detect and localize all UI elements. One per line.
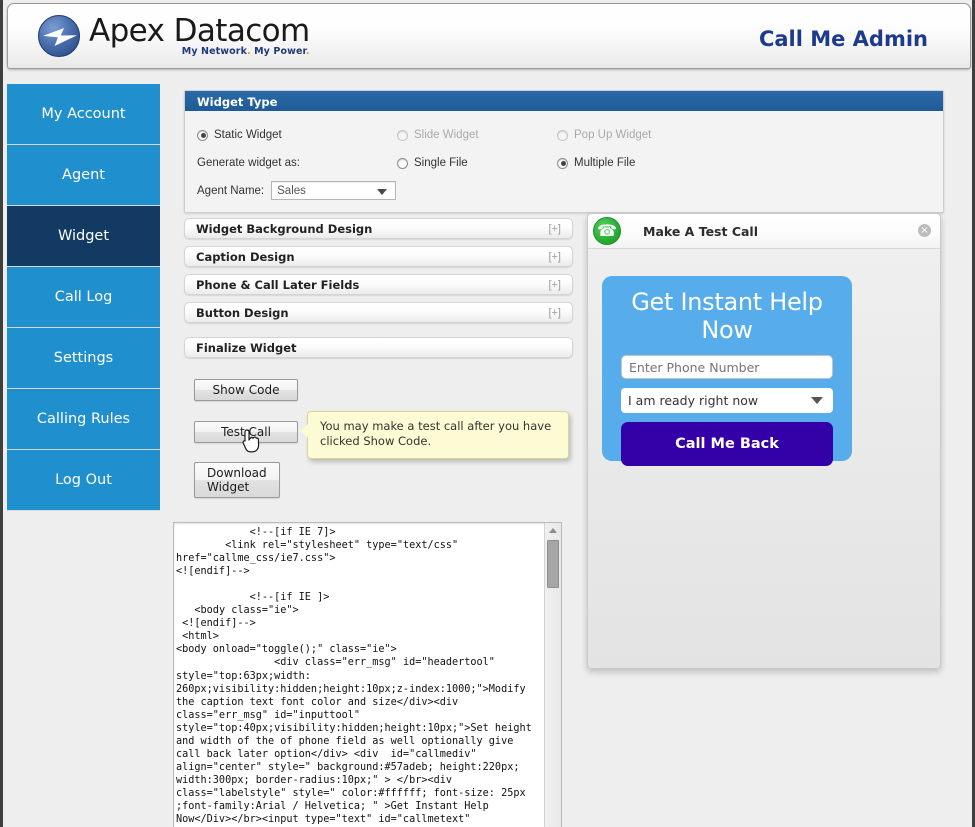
radio-single-file[interactable]: Single File (397, 157, 557, 169)
radio-multiple-file-control[interactable] (557, 157, 568, 169)
sidebar-nav: My Account Agent Widget Call Log Setting… (7, 84, 160, 511)
accordion-section-title: Caption Design (196, 249, 295, 264)
sidebar-item-label: My Account (41, 106, 126, 122)
radio-single-file-label: Single File (414, 157, 468, 169)
generate-widget-as-row: Generate widget as: Single File Multiple… (197, 149, 943, 177)
scrollbar-thumb[interactable] (547, 540, 559, 588)
expand-plus-icon[interactable]: [+] (548, 251, 561, 263)
test-call-button[interactable]: Test Call (194, 421, 298, 443)
phone-number-input[interactable] (621, 355, 833, 379)
accordion-widget-background-design[interactable]: Widget Background Design [+] (184, 218, 573, 239)
generate-widget-as-label: Generate widget as: (197, 157, 397, 169)
generated-code-text: <!--[if IE 7]> <link rel="stylesheet" ty… (176, 527, 532, 826)
accordion-button-design[interactable]: Button Design [+] (184, 302, 573, 323)
code-vertical-scrollbar[interactable] (544, 523, 561, 827)
widget-preview-panel: Make A Test Call × Get Instant Help Now … (587, 213, 941, 669)
accordion-section-title: Button Design (196, 305, 289, 320)
chevron-down-icon (377, 189, 388, 195)
radio-static-widget[interactable]: Static Widget (197, 129, 397, 141)
widget-preview-header: Make A Test Call × (588, 214, 940, 249)
sidebar-item-log-out[interactable]: Log Out (7, 450, 160, 511)
radio-slide-widget-control[interactable] (397, 129, 408, 141)
widget-preview-title: Make A Test Call (643, 224, 758, 239)
accordion-section-title: Phone & Call Later Fields (196, 277, 360, 292)
sidebar-item-my-account[interactable]: My Account (7, 84, 160, 145)
expand-plus-icon[interactable]: [+] (548, 307, 561, 319)
download-widget-button[interactable]: Download Widget (194, 462, 280, 498)
accordion-caption-design[interactable]: Caption Design [+] (184, 246, 573, 267)
callme-widget: Get Instant Help Now I am ready right no… (602, 276, 852, 466)
show-code-button[interactable]: Show Code (194, 379, 298, 401)
agent-name-select[interactable]: Sales (271, 181, 397, 200)
agent-name-row: Agent Name: Sales (197, 181, 943, 200)
accordion-phone-call-later-fields[interactable]: Phone & Call Later Fields [+] (184, 274, 573, 295)
sidebar-item-settings[interactable]: Settings (7, 328, 160, 389)
expand-plus-icon[interactable]: [+] (548, 223, 561, 235)
test-call-tooltip: You may make a test call after you have … (300, 411, 569, 459)
call-me-back-button[interactable]: Call Me Back (621, 422, 833, 466)
radio-popup-widget-label: Pop Up Widget (574, 129, 652, 141)
brand-logo[interactable]: Apex Datacom My Network. My Power. (38, 15, 310, 57)
phone-icon (593, 217, 621, 245)
generate-widget-as-text: Generate widget as: (197, 157, 300, 169)
sidebar-item-agent[interactable]: Agent (7, 145, 160, 206)
close-icon[interactable]: × (918, 224, 931, 237)
radio-popup-widget-control[interactable] (557, 129, 568, 141)
sidebar-item-label: Calling Rules (36, 411, 131, 427)
radio-multiple-file[interactable]: Multiple File (557, 157, 757, 169)
sidebar-item-label: Agent (62, 167, 105, 183)
sidebar-item-label: Log Out (55, 472, 112, 488)
callme-caption: Get Instant Help Now (631, 288, 823, 344)
brand-name: Apex Datacom (89, 13, 310, 49)
call-timing-select[interactable]: I am ready right now (621, 388, 833, 413)
widget-type-panel-title: Widget Type (185, 91, 943, 111)
sidebar-item-call-log[interactable]: Call Log (7, 267, 160, 328)
apex-datacom-logo-icon (38, 15, 80, 57)
radio-slide-widget-label: Slide Widget (414, 129, 479, 141)
scroll-up-arrow-icon[interactable] (549, 528, 557, 533)
radio-single-file-control[interactable] (397, 157, 408, 169)
expand-plus-icon[interactable]: [+] (548, 279, 561, 291)
radio-slide-widget[interactable]: Slide Widget (397, 129, 557, 141)
page-header: Apex Datacom My Network. My Power. Call … (7, 3, 971, 69)
agent-name-select-value: Sales (277, 184, 306, 197)
sidebar-item-widget[interactable]: Widget (7, 206, 160, 267)
app-window: Apex Datacom My Network. My Power. Call … (0, 0, 975, 827)
design-accordion: Widget Background Design [+] Caption Des… (184, 218, 573, 365)
radio-static-widget-label: Static Widget (214, 129, 282, 141)
sidebar-item-label: Settings (53, 350, 114, 366)
generated-code-textarea[interactable]: <!--[if IE 7]> <link rel="stylesheet" ty… (173, 522, 562, 827)
accordion-finalize-widget: Finalize Widget (184, 337, 573, 358)
agent-name-label: Agent Name: (197, 184, 265, 197)
widget-type-options-row: Static Widget Slide Widget Pop Up Widget (197, 121, 943, 149)
main-content: Widget Type Static Widget Slide Widget P… (173, 90, 944, 827)
accordion-section-title: Widget Background Design (196, 221, 373, 236)
radio-static-widget-control[interactable] (197, 129, 208, 141)
accordion-section-title: Finalize Widget (196, 340, 297, 355)
sidebar-item-label: Widget (57, 228, 110, 244)
radio-popup-widget[interactable]: Pop Up Widget (557, 129, 757, 141)
call-timing-select-value: I am ready right now (628, 393, 759, 408)
chevron-down-icon (811, 397, 823, 404)
page-title: Call Me Admin (758, 27, 928, 51)
sidebar-item-label: Call Log (54, 289, 113, 305)
radio-multiple-file-label: Multiple File (574, 157, 636, 169)
widget-type-panel: Widget Type Static Widget Slide Widget P… (184, 90, 944, 213)
sidebar-item-calling-rules[interactable]: Calling Rules (7, 389, 160, 450)
